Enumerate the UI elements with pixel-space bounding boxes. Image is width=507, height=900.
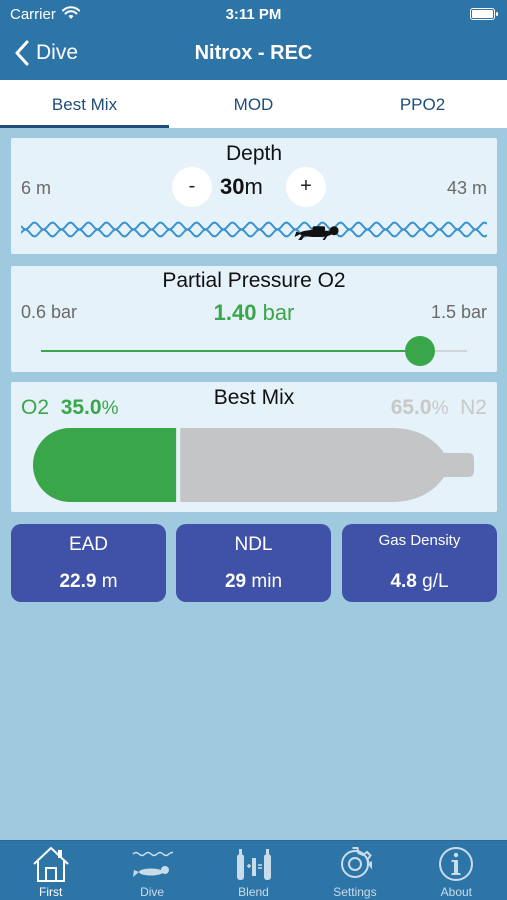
tabbar-label-blend: Blend	[238, 885, 269, 899]
mix-divider	[176, 428, 181, 502]
ndl-unit: min	[251, 571, 283, 592]
battery-icon	[470, 8, 498, 20]
n2-percentage: 65.0% N2	[391, 396, 487, 420]
o2-fill	[33, 428, 177, 502]
depth-card: Depth 6 m - 30m + 43 m	[11, 138, 497, 254]
ppo2-card: Partial Pressure O2 0.6 bar 1.40 bar 1.5…	[11, 266, 497, 372]
gas-density-number: 4.8	[390, 571, 417, 592]
tabbar-label-dive: Dive	[140, 885, 165, 899]
ppo2-title: Partial Pressure O2	[162, 269, 346, 292]
diver-icon[interactable]	[294, 226, 339, 240]
ndl-value: 29 min	[176, 571, 331, 593]
ppo2-slider[interactable]	[41, 336, 467, 366]
best-mix-card: Best Mix O2 35.0% 65.0% N2	[11, 382, 497, 512]
gas-density-card: Gas Density 4.8 g/L	[342, 524, 497, 602]
depth-value: 30m	[220, 174, 263, 200]
o2-unit: %	[101, 398, 119, 419]
tab-mod[interactable]: MOD	[169, 80, 338, 128]
info-icon	[439, 847, 474, 881]
house-icon	[33, 847, 69, 882]
depth-min-label: 6 m	[21, 178, 52, 198]
ead-number: 22.9	[59, 571, 97, 592]
wave-depth-slider[interactable]	[21, 220, 487, 240]
ppo2-value: 1.40 bar	[11, 300, 497, 326]
n2-value: 65.0	[390, 396, 432, 419]
ead-card: EAD 22.9 m	[11, 524, 166, 602]
o2-value: 35.0	[60, 396, 102, 419]
depth-max-label: 43 m	[446, 178, 487, 198]
gas-density-label: Gas Density	[378, 532, 461, 549]
depth-number: 30	[220, 174, 245, 199]
gas-tank-graphic	[33, 428, 474, 502]
tabbar-label-settings: Settings	[333, 885, 377, 899]
depth-unit: m	[244, 174, 263, 199]
page-title: Nitrox - REC	[194, 42, 313, 64]
depth-title: Depth	[225, 142, 283, 165]
tabbar-item-first[interactable]: First	[0, 841, 101, 900]
ppo2-slider-thumb[interactable]	[404, 336, 435, 366]
diver-icon	[132, 851, 174, 877]
ppo2-max-label: 1.5 bar	[430, 302, 487, 322]
ndl-number: 29	[224, 571, 247, 592]
ppo2-number: 1.40	[213, 300, 257, 325]
tab-ppo2[interactable]: PPO2	[338, 80, 507, 128]
tabbar-label-about: About	[440, 885, 472, 899]
o2-label: O2	[21, 396, 50, 419]
n2-label: N2	[460, 396, 487, 419]
depth-increase-button[interactable]: +	[286, 167, 326, 207]
tabbar-item-dive[interactable]: Dive	[101, 841, 202, 900]
bottom-tab-bar: First Dive Blend Settings About	[0, 840, 507, 900]
ndl-label: NDL	[234, 534, 273, 555]
ppo2-slider-fill	[41, 350, 420, 352]
tabbar-item-settings[interactable]: Settings	[304, 841, 405, 900]
status-bar: Carrier 3:11 PM	[0, 0, 507, 30]
gear-icon	[340, 847, 372, 878]
navigation-bar: Dive Nitrox - REC	[0, 30, 507, 80]
tabbar-item-about[interactable]: About	[406, 841, 507, 900]
ndl-card: NDL 29 min	[176, 524, 331, 602]
ppo2-unit: bar	[262, 300, 295, 325]
ead-unit: m	[101, 571, 118, 592]
tabbar-label-first: First	[39, 885, 63, 899]
o2-percentage: O2 35.0%	[21, 396, 118, 420]
status-time: 3:11 PM	[225, 6, 282, 23]
depth-decrease-button[interactable]: -	[172, 167, 212, 207]
top-tabs: Best Mix MOD PPO2	[0, 80, 507, 128]
gas-density-value: 4.8 g/L	[342, 571, 497, 593]
tab-best-mix[interactable]: Best Mix	[0, 80, 169, 128]
n2-unit: %	[431, 398, 449, 419]
ead-value: 22.9 m	[11, 571, 166, 593]
gas-density-unit: g/L	[422, 571, 449, 592]
ead-label: EAD	[68, 534, 109, 555]
tanks-icon	[236, 849, 271, 880]
tabbar-item-blend[interactable]: Blend	[203, 841, 304, 900]
